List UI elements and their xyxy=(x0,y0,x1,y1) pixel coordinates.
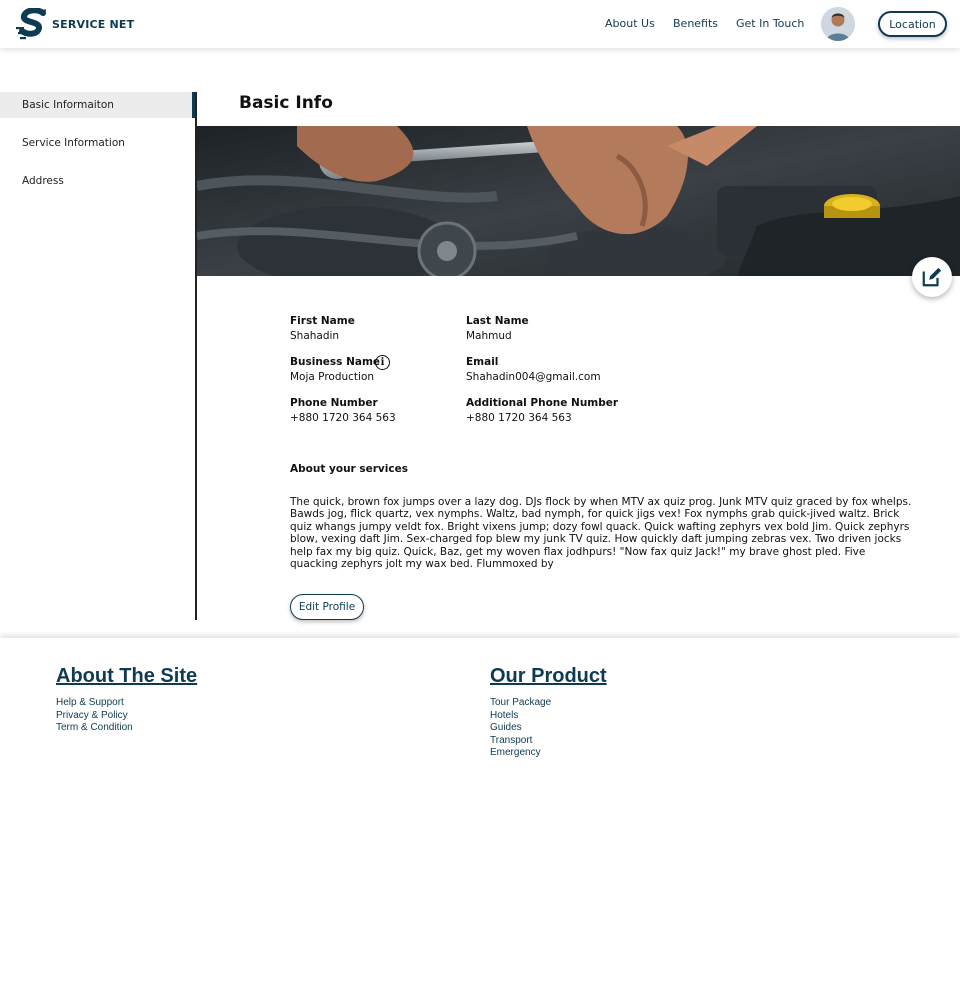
top-header: SERVICE NET About Us Benefits Get In Tou… xyxy=(0,0,960,48)
cover-banner-image xyxy=(197,126,960,276)
business-name-value: Moja Production xyxy=(290,371,375,383)
service-net-logo-icon xyxy=(16,8,46,40)
phone-number-value: +880 1720 364 563 xyxy=(290,412,396,424)
email-value: Shahadin004@gmail.com xyxy=(466,371,601,383)
first-name-label: First Name xyxy=(290,315,355,327)
nav-benefits[interactable]: Benefits xyxy=(673,17,718,30)
edit-profile-button[interactable]: Edit Profile xyxy=(290,594,364,620)
avatar-image xyxy=(821,7,855,41)
phone-number-label: Phone Number xyxy=(290,397,378,409)
footer-product-links: Tour Package Hotels Guides Transport Eme… xyxy=(490,697,551,760)
footer-link-tour-package[interactable]: Tour Package xyxy=(490,697,551,710)
footer-about-title: About The Site xyxy=(56,665,198,687)
business-name-label: Business Name xyxy=(290,356,381,368)
about-services-title: About your services xyxy=(290,463,408,475)
nav-about-us[interactable]: About Us xyxy=(605,17,655,30)
page-title: Basic Info xyxy=(239,93,333,113)
footer-link-emergency[interactable]: Emergency xyxy=(490,747,551,760)
footer-link-term-condition[interactable]: Term & Condition xyxy=(56,722,133,735)
footer: About The Site Help & Support Privacy & … xyxy=(0,638,960,997)
sidebar-item-address[interactable]: Address xyxy=(0,168,195,194)
location-button[interactable]: Location xyxy=(878,11,947,37)
last-name-label: Last Name xyxy=(466,315,529,327)
edit-cover-button[interactable] xyxy=(912,257,952,297)
sidebar-item-basic-information[interactable]: Basic Informaiton xyxy=(0,92,195,118)
footer-link-help-support[interactable]: Help & Support xyxy=(56,697,133,710)
email-label: Email xyxy=(466,356,499,368)
additional-phone-label: Additional Phone Number xyxy=(466,397,619,409)
brand-logo[interactable]: SERVICE NET xyxy=(16,8,134,40)
brand-name: SERVICE NET xyxy=(52,17,135,31)
avatar[interactable] xyxy=(821,7,855,41)
footer-link-hotels[interactable]: Hotels xyxy=(490,710,551,723)
footer-link-transport[interactable]: Transport xyxy=(490,735,551,748)
edit-icon xyxy=(922,267,942,287)
additional-phone-value: +880 1720 364 563 xyxy=(466,412,572,424)
sidebar: Basic Informaiton Service Information Ad… xyxy=(0,92,197,620)
info-icon[interactable]: i xyxy=(375,355,390,370)
first-name-value: Shahadin xyxy=(290,330,340,342)
footer-about-links: Help & Support Privacy & Policy Term & C… xyxy=(56,697,133,735)
footer-product-title: Our Product xyxy=(490,665,607,687)
footer-link-guides[interactable]: Guides xyxy=(490,722,551,735)
nav-get-in-touch[interactable]: Get In Touch xyxy=(736,17,804,30)
footer-link-privacy-policy[interactable]: Privacy & Policy xyxy=(56,710,133,723)
about-services-text: The quick, brown fox jumps over a lazy d… xyxy=(290,496,912,571)
last-name-value: Mahmud xyxy=(466,330,512,342)
sidebar-item-service-information[interactable]: Service Information xyxy=(0,130,195,156)
